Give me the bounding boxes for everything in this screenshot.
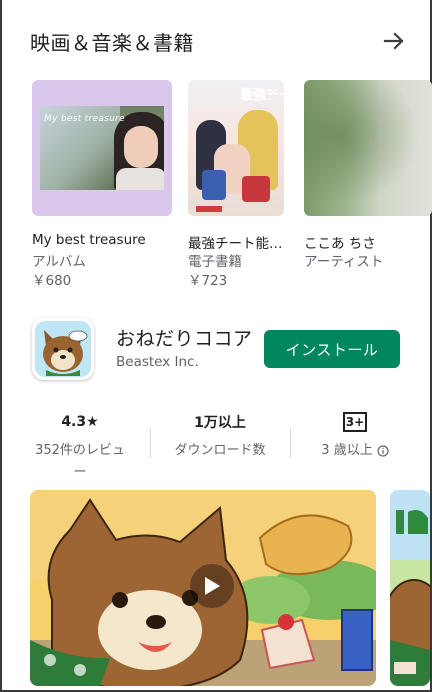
install-button[interactable]: インストール bbox=[264, 330, 400, 368]
media-card-artist[interactable]: ここあ ちさ アーティスト bbox=[304, 80, 432, 270]
card-type: 電子書籍 bbox=[188, 254, 242, 270]
downloads-value: 1万以上 bbox=[194, 415, 246, 431]
divider bbox=[150, 428, 151, 458]
downloads-label: ダウンロード数 bbox=[174, 443, 266, 458]
media-card-album[interactable]: My best treasure My best treasure アルバム ￥… bbox=[32, 80, 172, 289]
card-type: アルバム bbox=[32, 254, 86, 270]
app-listing[interactable]: おねだりココア Beastex Inc. インストール bbox=[32, 318, 412, 380]
dog-icon bbox=[35, 321, 91, 377]
play-icon bbox=[205, 577, 220, 595]
section-header: 映画＆音楽＆書籍 bbox=[30, 24, 410, 58]
app-developer[interactable]: Beastex Inc. bbox=[116, 354, 199, 370]
trailer-video[interactable] bbox=[30, 490, 376, 686]
downloads-stat: 1万以上 ダウンロード数 bbox=[160, 412, 280, 462]
age-stat[interactable]: 3+ 3 歳以上 bbox=[300, 412, 410, 462]
album-cover-text: My best treasure bbox=[44, 114, 125, 124]
app-icon bbox=[32, 318, 94, 380]
rating-stat[interactable]: 4.3★ 352件のレビュ ー bbox=[30, 412, 130, 484]
card-title: ここあ ちさ bbox=[304, 236, 376, 252]
section-title: 映画＆音楽＆書籍 bbox=[30, 30, 194, 55]
app-name: おねだりココア bbox=[116, 328, 253, 350]
app-stats: 4.3★ 352件のレビュ ー 1万以上 ダウンロード数 3+ 3 歳以上 bbox=[30, 412, 410, 480]
rating-value: 4.3★ bbox=[61, 414, 99, 430]
artist-photo bbox=[304, 80, 432, 216]
card-price: ￥723 bbox=[188, 273, 228, 289]
play-button[interactable] bbox=[190, 564, 234, 608]
card-title: 最強チート能… bbox=[188, 236, 283, 252]
album-photo: My best treasure bbox=[40, 106, 164, 190]
arrow-right-icon bbox=[383, 32, 404, 50]
album-cover: My best treasure bbox=[32, 80, 172, 216]
book-cover-title: 最強チート bbox=[240, 88, 284, 103]
divider bbox=[290, 428, 291, 458]
book-cover: 最強チート bbox=[188, 80, 284, 216]
age-rating-badge: 3+ bbox=[343, 412, 367, 432]
reviews-label: 352件のレビュ ー bbox=[35, 443, 125, 480]
screenshot-thumbnail bbox=[390, 490, 430, 686]
screenshot-2[interactable] bbox=[390, 490, 430, 686]
info-icon[interactable] bbox=[377, 445, 389, 457]
see-more-button[interactable] bbox=[378, 25, 410, 57]
card-price: ￥680 bbox=[32, 273, 72, 289]
card-type: アーティスト bbox=[304, 254, 384, 270]
card-title: My best treasure bbox=[32, 232, 146, 248]
age-label: 3 歳以上 bbox=[300, 440, 410, 462]
screenshot-carousel[interactable] bbox=[30, 490, 430, 686]
